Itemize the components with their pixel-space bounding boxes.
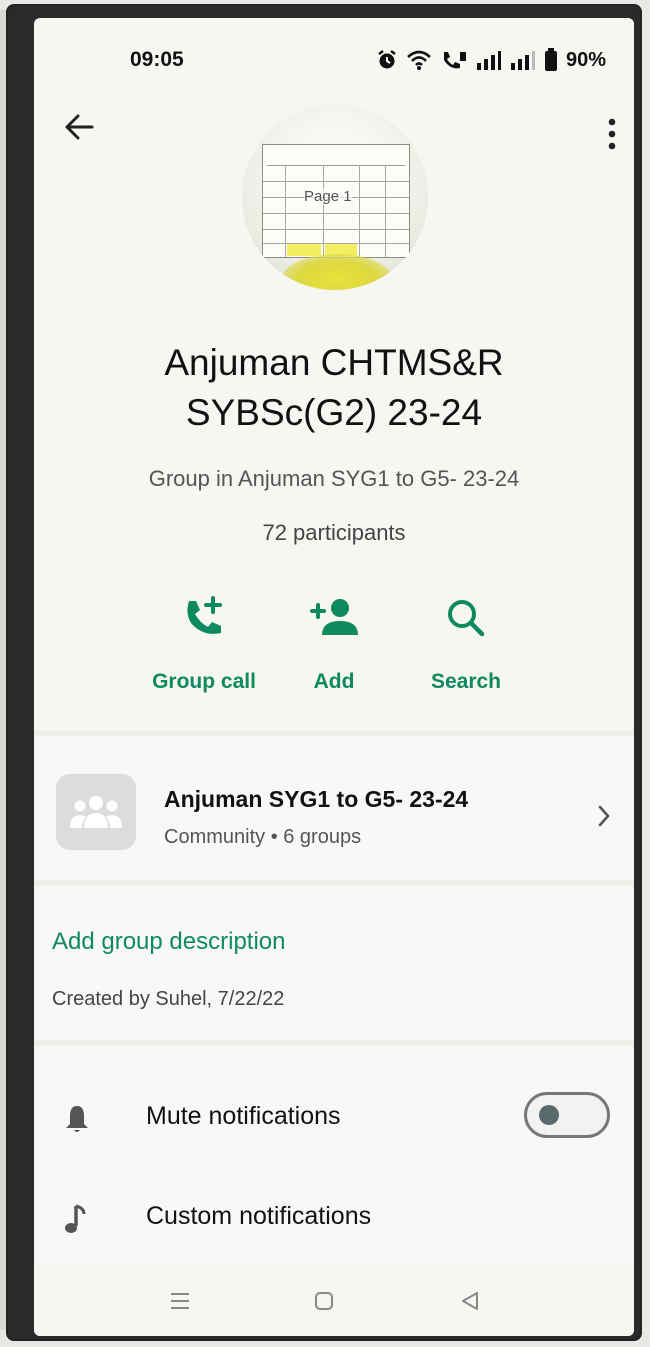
- community-icon: [70, 796, 122, 828]
- group-name-line-2: SYBSc(G2) 23-24: [185, 392, 483, 433]
- search-icon: [448, 600, 485, 637]
- community-avatar: [56, 774, 136, 850]
- recents-button[interactable]: [160, 1286, 200, 1316]
- mute-notifications-toggle[interactable]: [524, 1092, 610, 1138]
- back-triangle-icon: [462, 1292, 478, 1310]
- add-call-icon: [187, 596, 222, 634]
- group-avatar[interactable]: Page 1: [242, 104, 428, 290]
- volte-call-icon: [443, 52, 466, 69]
- group-name: Anjuman CHTMS&R SYBSc(G2) 23-24: [34, 338, 634, 438]
- search-button[interactable]: Search: [396, 590, 536, 694]
- group-call-button[interactable]: Group call: [134, 590, 274, 694]
- group-name-line-1: Anjuman CHTMS&R: [164, 342, 504, 383]
- menu-lines-icon: [171, 1293, 189, 1309]
- group-call-label: Group call: [152, 670, 256, 693]
- community-subtitle: Community • 6 groups: [164, 826, 362, 848]
- mute-notifications-label: Mute notifications: [146, 1102, 341, 1130]
- battery-percent: 90%: [565, 48, 606, 71]
- notification-settings: Mute notifications Custom notifications: [34, 1048, 634, 1268]
- section-divider: [34, 1040, 634, 1046]
- battery-icon: [544, 48, 557, 71]
- chevron-right-icon: [598, 805, 610, 827]
- participants-count: 72 participants: [262, 520, 406, 545]
- add-person-icon: [310, 599, 358, 635]
- custom-notifications-label: Custom notifications: [146, 1202, 372, 1230]
- description-section: Add group description Created by Suhel, …: [34, 888, 634, 1038]
- avatar-page-label: Page 1: [304, 188, 352, 205]
- custom-notifications-row[interactable]: Custom notifications: [34, 1174, 634, 1264]
- status-time: 09:05: [130, 48, 184, 71]
- section-divider: [34, 880, 634, 886]
- mute-notifications-row[interactable]: Mute notifications: [34, 1074, 634, 1164]
- alarm-icon: [378, 50, 396, 69]
- arrow-left-icon: [65, 114, 94, 140]
- wifi-icon: [407, 50, 431, 70]
- created-by-text: Created by Suhel, 7/22/22: [52, 988, 285, 1010]
- group-info-screen: 09:05 90% Page 1 Anjuman CHTMS&R SYBSc(G…: [34, 18, 634, 1336]
- add-participant-button[interactable]: Add: [264, 590, 404, 694]
- community-name: Anjuman SYG1 to G5- 23-24: [164, 786, 469, 812]
- bell-icon: [66, 1106, 88, 1132]
- home-button[interactable]: [304, 1286, 344, 1316]
- music-note-icon: [65, 1204, 86, 1233]
- status-bar: 09:05 90%: [34, 18, 634, 98]
- back-nav-button[interactable]: [450, 1286, 490, 1316]
- home-square-icon: [315, 1292, 333, 1310]
- status-icons: 90%: [376, 48, 606, 72]
- search-label: Search: [430, 670, 502, 693]
- section-divider: [34, 730, 634, 736]
- more-options-button[interactable]: [604, 114, 620, 154]
- community-row[interactable]: Anjuman SYG1 to G5- 23-24 Community • 6 …: [34, 738, 634, 878]
- signal-icon-1: [476, 51, 501, 70]
- back-button[interactable]: [62, 110, 96, 144]
- system-navigation-bar: [34, 1266, 634, 1336]
- signal-icon-2: [510, 51, 535, 70]
- phone-frame: 09:05 90% Page 1 Anjuman CHTMS&R SYBSc(G…: [6, 4, 642, 1341]
- add-group-description-link[interactable]: Add group description: [52, 928, 285, 956]
- more-vert-icon: [608, 118, 616, 150]
- add-label: Add: [313, 670, 355, 693]
- group-community-subtitle[interactable]: Group in Anjuman SYG1 to G5- 23-24: [34, 466, 634, 492]
- quick-actions: Group call Add Search: [34, 590, 634, 720]
